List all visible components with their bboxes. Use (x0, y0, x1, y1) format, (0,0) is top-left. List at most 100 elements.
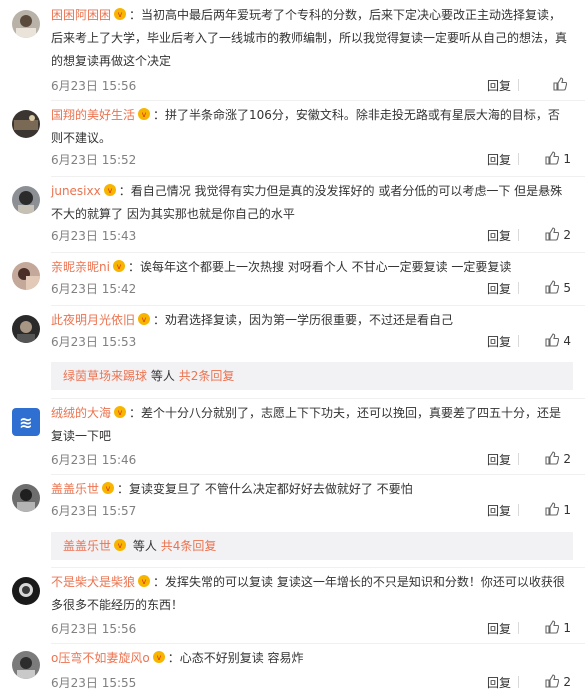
reply-button[interactable]: 回复 (487, 280, 511, 297)
thumbs-up-icon (545, 227, 560, 241)
verified-badge-icon: v (138, 575, 151, 587)
svg-text:v: v (118, 408, 123, 417)
comment-content: ：当初高中最后两年爱玩考了个专科的分数，后来下定决心要改正主动选择复读，后来考上… (51, 8, 568, 68)
like-button[interactable]: 1 (545, 502, 571, 517)
timestamp: 6月23日 15:56 (51, 622, 137, 636)
username-link[interactable]: o压弯不如妻旋风o (51, 651, 150, 665)
comment-content: ：看自己情况 我觉得有实力但是真的没发挥好的 或者分低的可以考虑一下 但是悬殊不… (51, 184, 563, 221)
svg-text:v: v (142, 110, 147, 119)
svg-text:v: v (156, 653, 161, 662)
like-button[interactable]: 5 (545, 280, 571, 295)
username-link[interactable]: junesixx (51, 184, 101, 198)
username-link[interactable]: 困困阿困困 (51, 8, 111, 22)
avatar[interactable] (12, 110, 40, 138)
username-link[interactable]: 此夜明月光依旧 (51, 313, 135, 327)
timestamp: 6月23日 15:53 (51, 335, 137, 349)
like-count: 2 (563, 452, 571, 466)
comment-text: 绒绒的大海 v ：差个十分八分就别了，志愿上下下功夫，还可以挽回，真要差了四五十分，… (51, 402, 571, 448)
view-replies-link[interactable]: 共2条回复 (179, 369, 235, 383)
divider (51, 176, 585, 177)
username-link[interactable]: 国翔的美好生活 (51, 108, 135, 122)
timestamp: 6月23日 15:55 (51, 676, 137, 690)
reply-button[interactable]: 回复 (487, 151, 511, 168)
avatar[interactable] (12, 651, 40, 679)
avatar[interactable] (12, 577, 40, 605)
avatar[interactable] (12, 262, 40, 290)
separator (518, 282, 519, 294)
verified-badge-icon: v (112, 260, 125, 272)
timestamp: 6月23日 15:46 (51, 453, 137, 467)
sub-reply-username[interactable]: 盖盖乐世 (63, 539, 111, 553)
username-link[interactable]: 不是柴犬是柴狼 (51, 575, 135, 589)
svg-text:v: v (117, 262, 122, 271)
timestamp: 6月23日 15:56 (51, 79, 137, 93)
verified-badge-icon: v (138, 313, 151, 325)
reply-button[interactable]: 回复 (487, 77, 511, 94)
reply-button[interactable]: 回复 (487, 620, 511, 637)
like-count: 1 (563, 503, 571, 517)
svg-text:v: v (142, 577, 147, 586)
divider (51, 567, 585, 568)
timestamp: 6月23日 15:43 (51, 229, 137, 243)
comment-meta: 6月23日 15:46 回复 2 (51, 451, 571, 469)
separator (518, 622, 519, 634)
like-count: 5 (563, 281, 571, 295)
like-button[interactable]: 2 (545, 451, 571, 466)
comment-text: 此夜明月光依旧 v ：劝君选择复读，因为第一学历很重要，不过还是看自己 (51, 309, 571, 332)
thumbs-up-icon (553, 77, 568, 91)
svg-text:v: v (106, 484, 111, 493)
avatar[interactable] (12, 10, 40, 38)
separator (518, 504, 519, 516)
others-label: 等人 (150, 369, 175, 383)
like-button[interactable]: 2 (545, 674, 571, 689)
reply-button[interactable]: 回复 (487, 502, 511, 519)
like-button[interactable]: 4 (545, 333, 571, 348)
comment-content: ：劝君选择复读，因为第一学历很重要，不过还是看自己 (153, 313, 454, 327)
timestamp: 6月23日 15:52 (51, 153, 137, 167)
comment-meta: 6月23日 15:42 回复 5 (51, 280, 571, 298)
others-label: 等人 (132, 539, 157, 553)
separator (518, 335, 519, 347)
divider (51, 252, 585, 253)
like-button[interactable]: 2 (545, 227, 571, 242)
timestamp: 6月23日 15:57 (51, 504, 137, 518)
like-count: 2 (563, 675, 571, 689)
like-count: 1 (563, 152, 571, 166)
svg-text:v: v (142, 315, 147, 324)
like-button[interactable]: 1 (545, 620, 571, 635)
reply-button[interactable]: 回复 (487, 451, 511, 468)
sub-reply-username[interactable]: 绿茵草场来踢球 (63, 369, 147, 383)
comment-list: 困困阿困困 v ：当初高中最后两年爱玩考了个专科的分数，后来下定决心要改正主动选择复… (0, 0, 585, 697)
divider (51, 474, 585, 475)
thumbs-up-icon (545, 280, 560, 294)
separator (518, 153, 519, 165)
svg-text:≋: ≋ (19, 413, 32, 432)
divider (51, 305, 585, 306)
thumbs-up-icon (545, 151, 560, 165)
comment-meta: 6月23日 15:55 回复 2 (51, 674, 571, 692)
avatar[interactable] (12, 186, 40, 214)
reply-button[interactable]: 回复 (487, 227, 511, 244)
verified-badge-icon: v (114, 539, 127, 551)
like-button[interactable]: 1 (545, 151, 571, 166)
avatar[interactable] (12, 484, 40, 512)
sub-reply-summary: 绿茵草场来踢球 等人 共2条回复 (51, 362, 573, 390)
reply-button[interactable]: 回复 (487, 333, 511, 350)
view-replies-link[interactable]: 共4条回复 (161, 539, 217, 553)
avatar[interactable] (12, 315, 40, 343)
verified-badge-icon: v (114, 406, 127, 418)
comment-meta: 6月23日 15:56 回复 1 (51, 620, 571, 638)
username-link[interactable]: 亲昵亲昵ni (51, 260, 110, 274)
separator (518, 79, 519, 91)
svg-text:v: v (118, 541, 123, 550)
comment-meta: 6月23日 15:56 回复 (51, 77, 571, 95)
username-link[interactable]: 盖盖乐世 (51, 482, 99, 496)
comment-text: 困困阿困困 v ：当初高中最后两年爱玩考了个专科的分数，后来下定决心要改正主动选择复… (51, 4, 571, 73)
comment-meta: 6月23日 15:52 回复 1 (51, 151, 571, 169)
comment-text: junesixx v ：看自己情况 我觉得有实力但是真的没发挥好的 或者分低的可以考… (51, 180, 571, 226)
reply-button[interactable]: 回复 (487, 674, 511, 691)
avatar[interactable]: ≋ (12, 408, 40, 436)
like-button[interactable] (553, 77, 571, 92)
username-link[interactable]: 绒绒的大海 (51, 406, 111, 420)
sub-reply-summary: 盖盖乐世 v 等人 共4条回复 (51, 532, 573, 560)
